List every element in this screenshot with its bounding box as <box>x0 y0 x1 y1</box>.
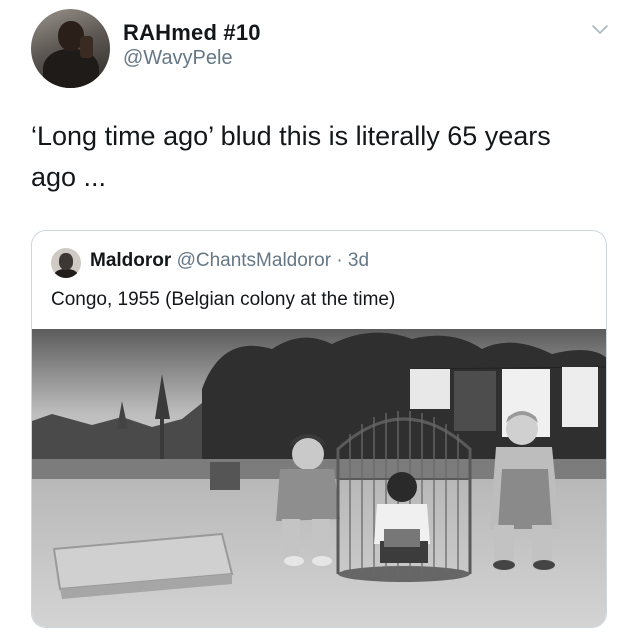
quoted-tweet-text: Congo, 1955 (Belgian colony at the time) <box>51 289 396 310</box>
tweet-text: ‘Long time ago’ blud this is literally 6… <box>31 121 551 192</box>
author-handle[interactable]: @WavyPele <box>123 47 233 70</box>
author-avatar[interactable] <box>31 9 110 88</box>
avatar-hand-shape <box>80 36 93 58</box>
quoted-tweet-time[interactable]: 3d <box>348 250 369 271</box>
chevron-down-icon[interactable] <box>590 22 610 38</box>
quoted-tweet-photo[interactable] <box>32 329 607 628</box>
quoted-author-display-name[interactable]: Maldoror <box>90 250 171 271</box>
quoted-author-handle[interactable]: @ChantsMaldoror <box>177 250 331 271</box>
quoted-tweet-card[interactable]: Maldoror @ChantsMaldoror · 3d Congo, 195… <box>31 230 607 628</box>
author-display-name[interactable]: RAHmed #10 <box>123 20 261 46</box>
separator-dot: · <box>336 250 343 271</box>
quoted-author-avatar[interactable] <box>51 248 81 278</box>
quoted-tweet-header: Maldoror @ChantsMaldoror · 3d <box>90 250 369 272</box>
